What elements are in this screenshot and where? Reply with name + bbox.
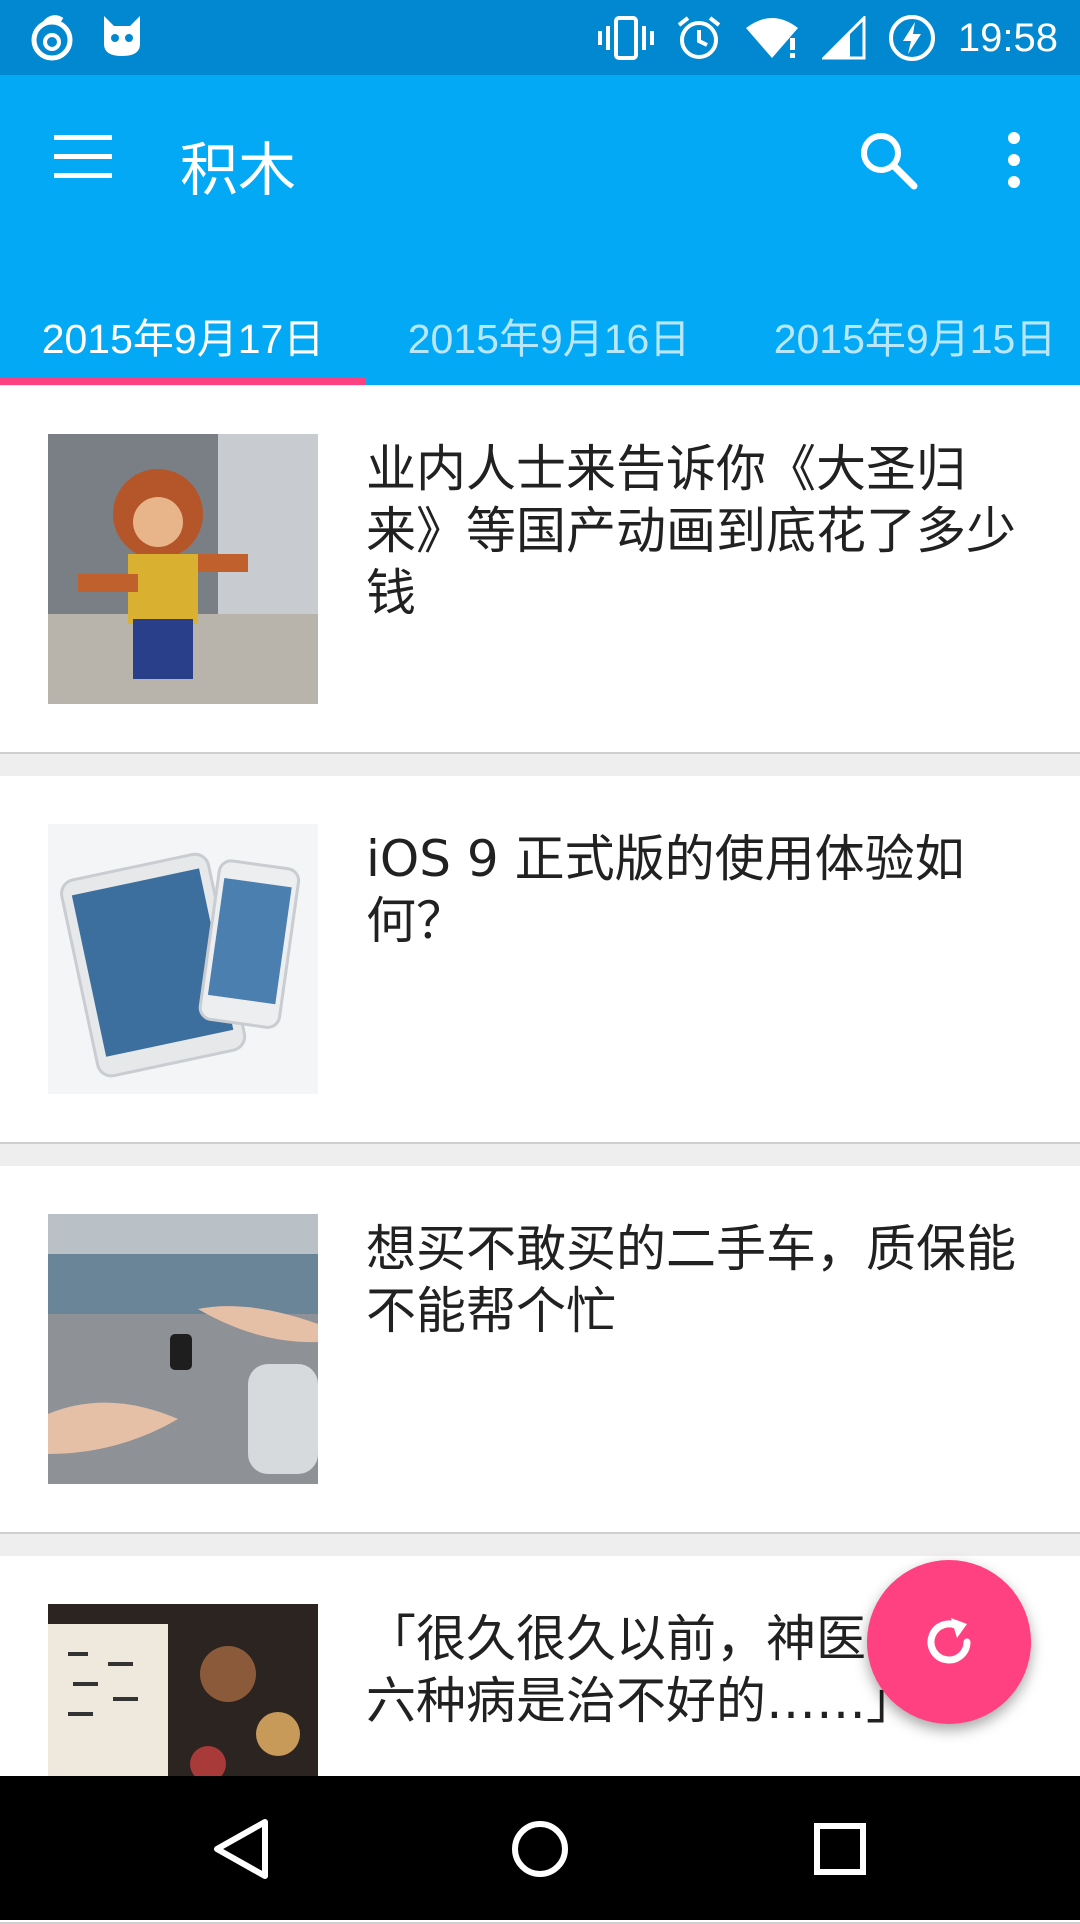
date-tabs: 2015年9月17日 2015年9月16日 2015年9月15日 [0, 285, 1080, 385]
monkey-king-thumbnail [48, 434, 318, 704]
hamburger-menu-icon[interactable] [54, 135, 112, 179]
recents-icon[interactable] [805, 1814, 875, 1884]
list-item[interactable]: 业内人士来告诉你《大圣归来》等国产动画到底花了多少钱 [0, 386, 1080, 754]
app-bar: 积木 2015年9月17日 2015年9月16日 2015年9月15日 [0, 75, 1080, 385]
tab-indicator [0, 378, 366, 385]
netease-music-icon [30, 12, 74, 62]
article-title: iOS 9 正式版的使用体验如何？ [366, 830, 965, 950]
app-title: 积木 [180, 136, 297, 204]
car-keys-thumbnail [48, 1214, 318, 1484]
clock: 19:58 [957, 15, 1058, 60]
status-bar: 19:58 [0, 0, 1080, 75]
wifi-icon [744, 16, 800, 60]
refresh-icon [927, 1618, 971, 1664]
tab-2015-09-17[interactable]: 2015年9月17日 [0, 285, 366, 385]
home-icon[interactable] [505, 1814, 575, 1884]
vibrate-icon [597, 16, 654, 60]
cat-icon [100, 12, 144, 62]
refresh-button[interactable] [867, 1560, 1031, 1724]
ipad-iphone-thumbnail [48, 824, 318, 1094]
battery-charging-icon [888, 14, 936, 62]
article-title: 想买不敢买的二手车，质保能不能帮个忙 [366, 1220, 1016, 1340]
more-vertical-icon[interactable] [1000, 130, 1028, 190]
alarm-icon [676, 15, 722, 61]
tab-2015-09-16[interactable]: 2015年9月16日 [366, 285, 732, 385]
search-icon[interactable] [858, 130, 918, 190]
list-item[interactable]: 想买不敢买的二手车，质保能不能帮个忙 [0, 1166, 1080, 1534]
tab-2015-09-15[interactable]: 2015年9月15日 [732, 285, 1080, 385]
signal-icon [821, 16, 866, 60]
back-icon[interactable] [207, 1814, 277, 1884]
list-item[interactable]: iOS 9 正式版的使用体验如何？ [0, 776, 1080, 1144]
article-title: 业内人士来告诉你《大圣归来》等国产动画到底花了多少钱 [366, 440, 1016, 622]
navigation-bar [0, 1776, 1080, 1920]
